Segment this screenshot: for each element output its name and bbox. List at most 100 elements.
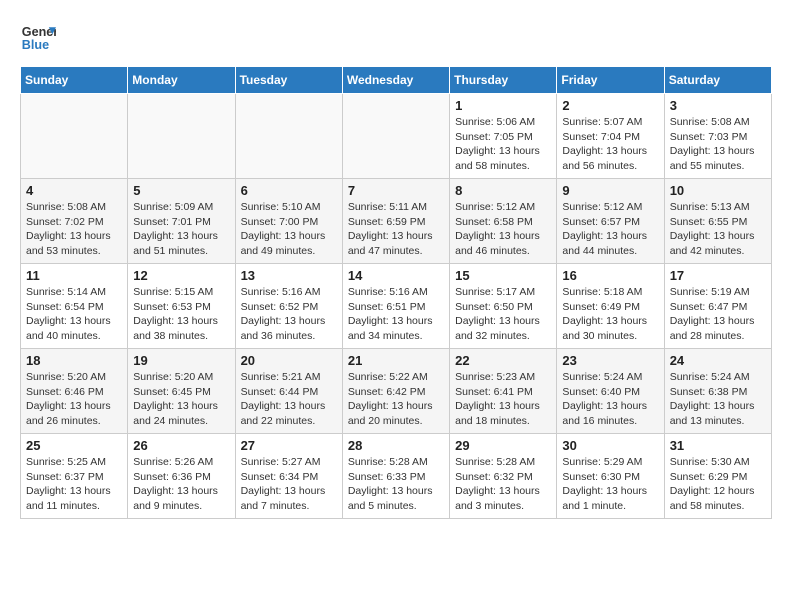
day-number: 16 <box>562 268 658 283</box>
calendar-cell: 12 Sunrise: 5:15 AMSunset: 6:53 PMDayligh… <box>128 264 235 349</box>
day-number: 13 <box>241 268 337 283</box>
calendar-cell <box>21 94 128 179</box>
calendar-cell: 16 Sunrise: 5:18 AMSunset: 6:49 PMDayligh… <box>557 264 664 349</box>
day-number: 1 <box>455 98 551 113</box>
weekday-header-friday: Friday <box>557 67 664 94</box>
day-number: 25 <box>26 438 122 453</box>
calendar-cell: 17Sunrise: 5:19 AMSunset: 6:47 PMDayligh… <box>664 264 771 349</box>
week-row-5: 25 Sunrise: 5:25 AMSunset: 6:37 PMDayligh… <box>21 434 772 519</box>
day-info: Sunrise: 5:07 AMSunset: 7:04 PMDaylight:… <box>562 115 658 174</box>
weekday-header-wednesday: Wednesday <box>342 67 449 94</box>
calendar-cell: 1 Sunrise: 5:06 AMSunset: 7:05 PMDaylight… <box>450 94 557 179</box>
weekday-header-thursday: Thursday <box>450 67 557 94</box>
day-number: 15 <box>455 268 551 283</box>
calendar-cell: 19 Sunrise: 5:20 AMSunset: 6:45 PMDayligh… <box>128 349 235 434</box>
day-info: Sunrise: 5:12 AMSunset: 6:57 PMDaylight:… <box>562 200 658 259</box>
day-number: 18 <box>26 353 122 368</box>
day-info: Sunrise: 5:13 AMSunset: 6:55 PMDaylight:… <box>670 200 766 259</box>
calendar-cell: 13Sunrise: 5:16 AMSunset: 6:52 PMDayligh… <box>235 264 342 349</box>
calendar-cell: 22Sunrise: 5:23 AMSunset: 6:41 PMDayligh… <box>450 349 557 434</box>
svg-text:Blue: Blue <box>22 38 49 52</box>
day-number: 14 <box>348 268 444 283</box>
calendar-cell: 6 Sunrise: 5:10 AMSunset: 7:00 PMDaylight… <box>235 179 342 264</box>
calendar-cell: 23 Sunrise: 5:24 AMSunset: 6:40 PMDayligh… <box>557 349 664 434</box>
day-info: Sunrise: 5:22 AMSunset: 6:42 PMDaylight:… <box>348 370 444 429</box>
day-number: 22 <box>455 353 551 368</box>
day-number: 5 <box>133 183 229 198</box>
calendar-cell: 30 Sunrise: 5:29 AMSunset: 6:30 PMDayligh… <box>557 434 664 519</box>
day-number: 11 <box>26 268 122 283</box>
calendar-cell: 4 Sunrise: 5:08 AMSunset: 7:02 PMDaylight… <box>21 179 128 264</box>
day-number: 12 <box>133 268 229 283</box>
day-info: Sunrise: 5:10 AMSunset: 7:00 PMDaylight:… <box>241 200 337 259</box>
day-info: Sunrise: 5:20 AMSunset: 6:46 PMDaylight:… <box>26 370 122 429</box>
calendar-cell: 25 Sunrise: 5:25 AMSunset: 6:37 PMDayligh… <box>21 434 128 519</box>
calendar-cell: 7Sunrise: 5:11 AMSunset: 6:59 PMDaylight… <box>342 179 449 264</box>
day-info: Sunrise: 5:28 AMSunset: 6:32 PMDaylight:… <box>455 455 551 514</box>
calendar-cell: 14 Sunrise: 5:16 AMSunset: 6:51 PMDayligh… <box>342 264 449 349</box>
day-info: Sunrise: 5:08 AMSunset: 7:03 PMDaylight:… <box>670 115 766 174</box>
day-info: Sunrise: 5:08 AMSunset: 7:02 PMDaylight:… <box>26 200 122 259</box>
weekday-header-monday: Monday <box>128 67 235 94</box>
calendar-cell: 28 Sunrise: 5:28 AMSunset: 6:33 PMDayligh… <box>342 434 449 519</box>
logo: General Blue <box>20 20 56 56</box>
day-number: 2 <box>562 98 658 113</box>
calendar-cell: 8 Sunrise: 5:12 AMSunset: 6:58 PMDaylight… <box>450 179 557 264</box>
calendar-cell: 21 Sunrise: 5:22 AMSunset: 6:42 PMDayligh… <box>342 349 449 434</box>
day-info: Sunrise: 5:17 AMSunset: 6:50 PMDaylight:… <box>455 285 551 344</box>
day-info: Sunrise: 5:26 AMSunset: 6:36 PMDaylight:… <box>133 455 229 514</box>
calendar-table: SundayMondayTuesdayWednesdayThursdayFrid… <box>20 66 772 519</box>
day-number: 8 <box>455 183 551 198</box>
day-number: 30 <box>562 438 658 453</box>
day-number: 20 <box>241 353 337 368</box>
calendar-cell: 5 Sunrise: 5:09 AMSunset: 7:01 PMDaylight… <box>128 179 235 264</box>
week-row-4: 18 Sunrise: 5:20 AMSunset: 6:46 PMDayligh… <box>21 349 772 434</box>
calendar-cell: 31 Sunrise: 5:30 AMSunset: 6:29 PMDayligh… <box>664 434 771 519</box>
weekday-header-sunday: Sunday <box>21 67 128 94</box>
calendar-cell: 3 Sunrise: 5:08 AMSunset: 7:03 PMDaylight… <box>664 94 771 179</box>
day-info: Sunrise: 5:14 AMSunset: 6:54 PMDaylight:… <box>26 285 122 344</box>
calendar-cell <box>342 94 449 179</box>
day-info: Sunrise: 5:20 AMSunset: 6:45 PMDaylight:… <box>133 370 229 429</box>
day-number: 26 <box>133 438 229 453</box>
day-number: 29 <box>455 438 551 453</box>
day-number: 3 <box>670 98 766 113</box>
week-row-2: 4 Sunrise: 5:08 AMSunset: 7:02 PMDaylight… <box>21 179 772 264</box>
day-number: 9 <box>562 183 658 198</box>
day-number: 27 <box>241 438 337 453</box>
calendar-cell <box>128 94 235 179</box>
day-info: Sunrise: 5:25 AMSunset: 6:37 PMDaylight:… <box>26 455 122 514</box>
calendar-cell: 9 Sunrise: 5:12 AMSunset: 6:57 PMDaylight… <box>557 179 664 264</box>
calendar-cell: 26 Sunrise: 5:26 AMSunset: 6:36 PMDayligh… <box>128 434 235 519</box>
day-info: Sunrise: 5:30 AMSunset: 6:29 PMDaylight:… <box>670 455 766 514</box>
day-info: Sunrise: 5:09 AMSunset: 7:01 PMDaylight:… <box>133 200 229 259</box>
day-info: Sunrise: 5:21 AMSunset: 6:44 PMDaylight:… <box>241 370 337 429</box>
day-info: Sunrise: 5:24 AMSunset: 6:40 PMDaylight:… <box>562 370 658 429</box>
day-info: Sunrise: 5:18 AMSunset: 6:49 PMDaylight:… <box>562 285 658 344</box>
day-info: Sunrise: 5:15 AMSunset: 6:53 PMDaylight:… <box>133 285 229 344</box>
logo-icon: General Blue <box>20 20 56 56</box>
day-info: Sunrise: 5:28 AMSunset: 6:33 PMDaylight:… <box>348 455 444 514</box>
calendar-cell: 18 Sunrise: 5:20 AMSunset: 6:46 PMDayligh… <box>21 349 128 434</box>
weekday-header-row: SundayMondayTuesdayWednesdayThursdayFrid… <box>21 67 772 94</box>
day-number: 19 <box>133 353 229 368</box>
day-info: Sunrise: 5:12 AMSunset: 6:58 PMDaylight:… <box>455 200 551 259</box>
day-info: Sunrise: 5:27 AMSunset: 6:34 PMDaylight:… <box>241 455 337 514</box>
day-info: Sunrise: 5:16 AMSunset: 6:51 PMDaylight:… <box>348 285 444 344</box>
calendar-cell: 11 Sunrise: 5:14 AMSunset: 6:54 PMDayligh… <box>21 264 128 349</box>
calendar-cell: 29 Sunrise: 5:28 AMSunset: 6:32 PMDayligh… <box>450 434 557 519</box>
day-number: 6 <box>241 183 337 198</box>
weekday-header-saturday: Saturday <box>664 67 771 94</box>
day-number: 23 <box>562 353 658 368</box>
day-info: Sunrise: 5:29 AMSunset: 6:30 PMDaylight:… <box>562 455 658 514</box>
day-info: Sunrise: 5:06 AMSunset: 7:05 PMDaylight:… <box>455 115 551 174</box>
calendar-cell: 20 Sunrise: 5:21 AMSunset: 6:44 PMDayligh… <box>235 349 342 434</box>
day-number: 21 <box>348 353 444 368</box>
day-number: 4 <box>26 183 122 198</box>
day-info: Sunrise: 5:19 AMSunset: 6:47 PMDaylight:… <box>670 285 766 344</box>
day-number: 28 <box>348 438 444 453</box>
page-header: General Blue <box>20 20 772 56</box>
day-number: 31 <box>670 438 766 453</box>
day-number: 24 <box>670 353 766 368</box>
day-info: Sunrise: 5:11 AMSunset: 6:59 PMDaylight:… <box>348 200 444 259</box>
